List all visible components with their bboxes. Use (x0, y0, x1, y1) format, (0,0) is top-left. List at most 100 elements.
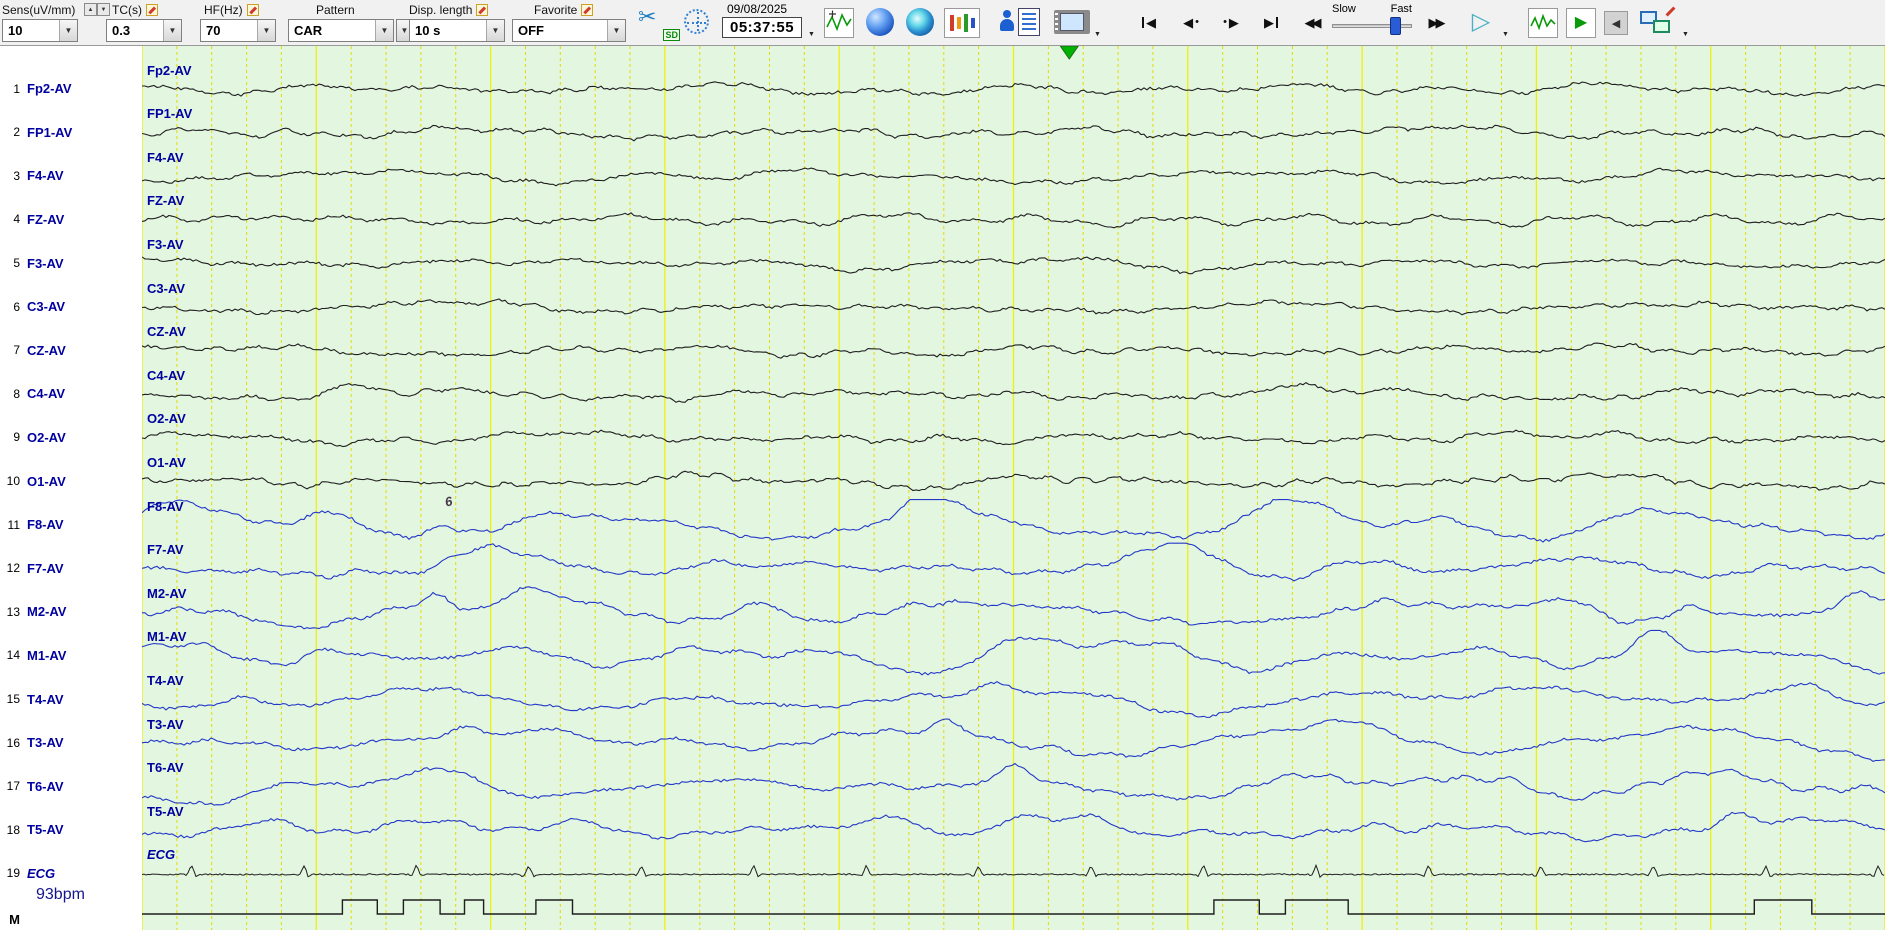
channel-label: T5-AV (27, 822, 64, 838)
network-settings-button[interactable] (1640, 6, 1678, 38)
display-length-dropdown[interactable]: 10 s ▼ (409, 19, 505, 42)
channel-row-f4-av[interactable]: 3 F4-AV (0, 167, 63, 185)
channel-row-f8-av[interactable]: 11 F8-AV (0, 516, 64, 534)
channel-row-o1-av[interactable]: 10 O1-AV (0, 472, 66, 490)
chevron-down-icon: ▼ (163, 20, 181, 41)
channel-label: CZ-AV (27, 342, 66, 358)
head-map-icon[interactable] (866, 8, 894, 36)
channel-number: 1 (13, 81, 20, 96)
channel-row-ecg[interactable]: 19 ECG (0, 864, 56, 882)
spin-down-icon[interactable]: ▼ (97, 3, 110, 16)
start-monitoring-button[interactable]: ▶ (1566, 8, 1596, 38)
channel-row-t6-av[interactable]: 17 T6-AV (0, 777, 64, 795)
skip-to-start-button[interactable]: ◀ (1130, 9, 1168, 35)
channel-number: 7 (13, 343, 20, 358)
marker-row: M (0, 910, 20, 928)
clip-tool-button[interactable]: ✂ SD (638, 4, 680, 44)
triangle-right-icon: ▶ (1264, 14, 1274, 30)
video-icon[interactable] (1054, 10, 1090, 34)
pattern-dropdown[interactable]: CAR ▼ (288, 19, 394, 42)
chevron-down-icon: ▼ (375, 20, 393, 41)
color-bar-icon (970, 18, 975, 28)
network-dropdown-icon[interactable]: ▼ (1682, 31, 1689, 38)
waveform-icon (826, 10, 852, 32)
channel-number: 13 (6, 604, 20, 619)
video-dropdown-icon[interactable]: ▼ (1094, 31, 1101, 38)
channel-row-fp2-av[interactable]: 1 Fp2-AV (0, 80, 72, 98)
channel-label: F7-AV (27, 560, 64, 576)
step-back-button[interactable]: ◀ • (1172, 9, 1210, 35)
datetime-display: 09/08/2025 05:37:55 (722, 2, 803, 38)
patient-icon[interactable] (1000, 10, 1014, 34)
channel-number: 6 (13, 299, 20, 314)
channel-number: 8 (13, 386, 20, 401)
back-page-button[interactable]: ◀ (1604, 11, 1628, 35)
channel-number: 14 (6, 648, 20, 663)
time-constant-dropdown[interactable]: 0.3 ▼ (106, 19, 182, 42)
spin-up-icon[interactable]: ▲ (84, 3, 97, 16)
speed-slider-handle[interactable] (1390, 17, 1401, 35)
favorite-value: OFF (518, 23, 544, 38)
chevron-down-icon: ▼ (257, 20, 275, 41)
favorite-dropdown[interactable]: OFF ▼ (512, 19, 626, 42)
favorite-edit-icon[interactable] (581, 4, 594, 16)
channel-row-fp1-av[interactable]: 2 FP1-AV (0, 123, 72, 141)
channel-row-cz-av[interactable]: 7 CZ-AV (0, 341, 66, 359)
hf-edit-icon[interactable] (246, 4, 259, 16)
favorite-label: Favorite (534, 3, 578, 17)
high-filter-dropdown[interactable]: 70 ▼ (200, 19, 276, 42)
time-constant-value: 0.3 (112, 23, 131, 38)
eeg-traces-svg (142, 46, 1885, 930)
chevron-down-icon: ▼ (59, 20, 77, 41)
step-forward-button[interactable]: • ▶ (1212, 9, 1250, 35)
channel-label: Fp2-AV (27, 81, 72, 97)
chevron-down-icon: ▼ (607, 20, 625, 41)
channel-number: 2 (13, 125, 20, 140)
rewind-button[interactable]: ◀◀ (1294, 9, 1332, 35)
channel-row-c3-av[interactable]: 6 C3-AV (0, 298, 65, 316)
fast-forward-button[interactable]: ▶▶ (1418, 9, 1456, 35)
color-bar-icon (949, 15, 954, 31)
play-button[interactable]: ▷ (1462, 5, 1500, 39)
tc-edit-icon[interactable] (146, 4, 158, 16)
skip-to-end-button[interactable]: ▶ (1252, 9, 1290, 35)
disp-length-edit-icon[interactable] (476, 4, 489, 16)
channel-row-f7-av[interactable]: 12 F7-AV (0, 559, 64, 577)
channel-label: T4-AV (27, 691, 64, 707)
trend-map-button[interactable] (944, 8, 980, 38)
channel-row-t3-av[interactable]: 16 T3-AV (0, 734, 64, 752)
report-list-icon[interactable] (1018, 8, 1040, 36)
globe-settings-icon[interactable] (684, 9, 709, 34)
brain-map-icon[interactable] (906, 8, 934, 36)
sensitivity-dropdown[interactable]: 10 ▼ (2, 19, 78, 42)
channel-row-m2-av[interactable]: 13 M2-AV (0, 603, 67, 621)
channel-number: 18 (6, 822, 20, 837)
channel-number: 9 (13, 430, 20, 445)
pencil-icon (1665, 6, 1676, 17)
monitor-icon (1653, 20, 1670, 33)
channel-row-m1-av[interactable]: 14 M1-AV (0, 646, 67, 664)
eeg-canvas[interactable]: Fp2-AV FP1-AV F4-AV FZ-AV F3-AV C3-AV CZ-AV C4-… (142, 46, 1885, 930)
green-play-icon: ▶ (1574, 14, 1588, 31)
channel-row-c4-av[interactable]: 8 C4-AV (0, 385, 65, 403)
triangle-right-icon: ▶ (1228, 14, 1239, 30)
channel-row-t4-av[interactable]: 15 T4-AV (0, 690, 64, 708)
channel-gutter: 93bpm M 1 Fp2-AV 2 FP1-AV 3 F4-AV 4 FZ-AV 5 F3-AV… (0, 46, 142, 930)
pattern-value: CAR (294, 23, 323, 38)
channel-row-t5-av[interactable]: 18 T5-AV (0, 821, 64, 839)
channel-row-f3-av[interactable]: 5 F3-AV (0, 254, 63, 272)
review-waveform-button[interactable] (1528, 8, 1558, 38)
waveform-tool-button[interactable] (824, 8, 854, 38)
channel-row-fz-av[interactable]: 4 FZ-AV (0, 210, 64, 228)
channel-number: 10 (6, 474, 20, 488)
channel-number: 4 (13, 212, 20, 227)
channel-label: C4-AV (27, 386, 66, 402)
channel-label: C3-AV (27, 299, 66, 315)
fast-forward-icon: ▶▶ (1428, 14, 1446, 30)
sensitivity-spinner[interactable]: ▲ ▼ (84, 3, 110, 16)
channel-row-o2-av[interactable]: 9 O2-AV (0, 428, 65, 446)
time-dropdown-icon[interactable]: ▼ (808, 31, 815, 38)
channel-label: T6-AV (27, 778, 64, 794)
channel-number: 5 (13, 256, 20, 270)
play-dropdown-icon[interactable]: ▼ (1502, 31, 1509, 38)
